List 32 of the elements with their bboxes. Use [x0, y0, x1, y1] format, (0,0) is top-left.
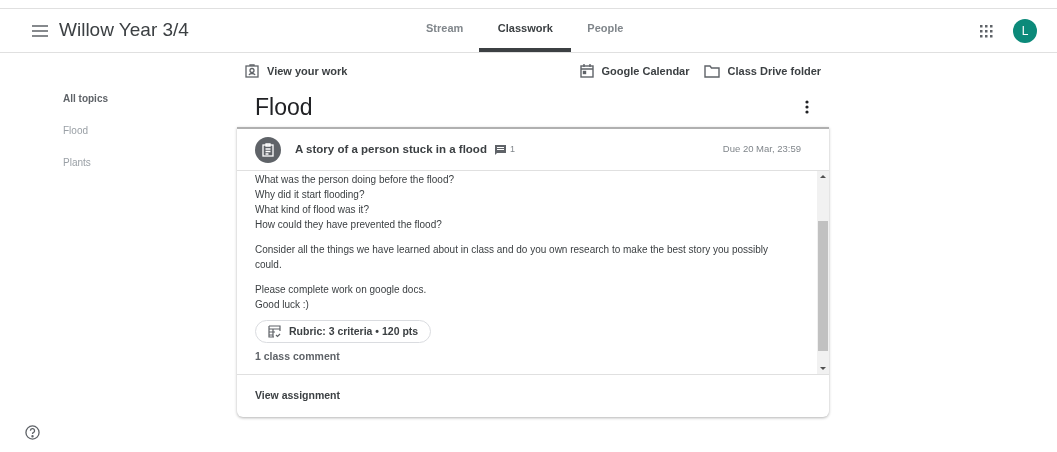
view-your-work-link[interactable]: View your work [245, 62, 348, 80]
folder-icon [703, 64, 720, 78]
comment-icon [494, 144, 506, 155]
assignment-title[interactable]: A story of a person stuck in a flood [295, 140, 487, 159]
view-assignment-link[interactable]: View assignment [255, 388, 340, 404]
description-text: What kind of flood was it? [255, 203, 369, 217]
class-title: Willow Year 3/4 [59, 18, 189, 43]
more-options-icon[interactable] [805, 100, 809, 114]
description-text: How could they have prevented the flood? [255, 218, 442, 232]
description-text: Consider all the things we have learned about in class and do you own research to make the best story you possibly could. [255, 243, 770, 272]
person-badge-icon [245, 64, 259, 78]
calendar-icon [579, 64, 594, 78]
description-text: Why did it start flooding? [255, 188, 365, 202]
help-icon[interactable] [25, 425, 40, 440]
tab[interactable]: People [573, 9, 638, 52]
comment-count: 1 [509, 142, 515, 156]
tab[interactable]: Classwork [479, 9, 572, 52]
account-avatar[interactable]: L [1013, 18, 1037, 43]
class-drive-folder-link[interactable]: Class Drive folder [703, 62, 822, 80]
due-date: Due 20 Mar, 23:59 [722, 142, 801, 157]
assignment-icon [255, 136, 281, 163]
description-text: Good luck :) [255, 298, 309, 312]
topic-title: Flood [255, 92, 313, 122]
description-text: Please complete work on google docs. [255, 283, 427, 297]
class-comments-link[interactable]: 1 class comment [255, 349, 340, 364]
description-text: What was the person doing before the flood? [255, 173, 455, 187]
scrollbar-thumb[interactable] [818, 221, 828, 351]
rubric-icon [268, 325, 281, 338]
google-calendar-link[interactable]: Google Calendar [579, 62, 690, 80]
apps-grid-icon[interactable] [979, 23, 993, 38]
topic-link[interactable]: All topics [63, 91, 108, 106]
tab[interactable]: Stream [412, 9, 478, 52]
